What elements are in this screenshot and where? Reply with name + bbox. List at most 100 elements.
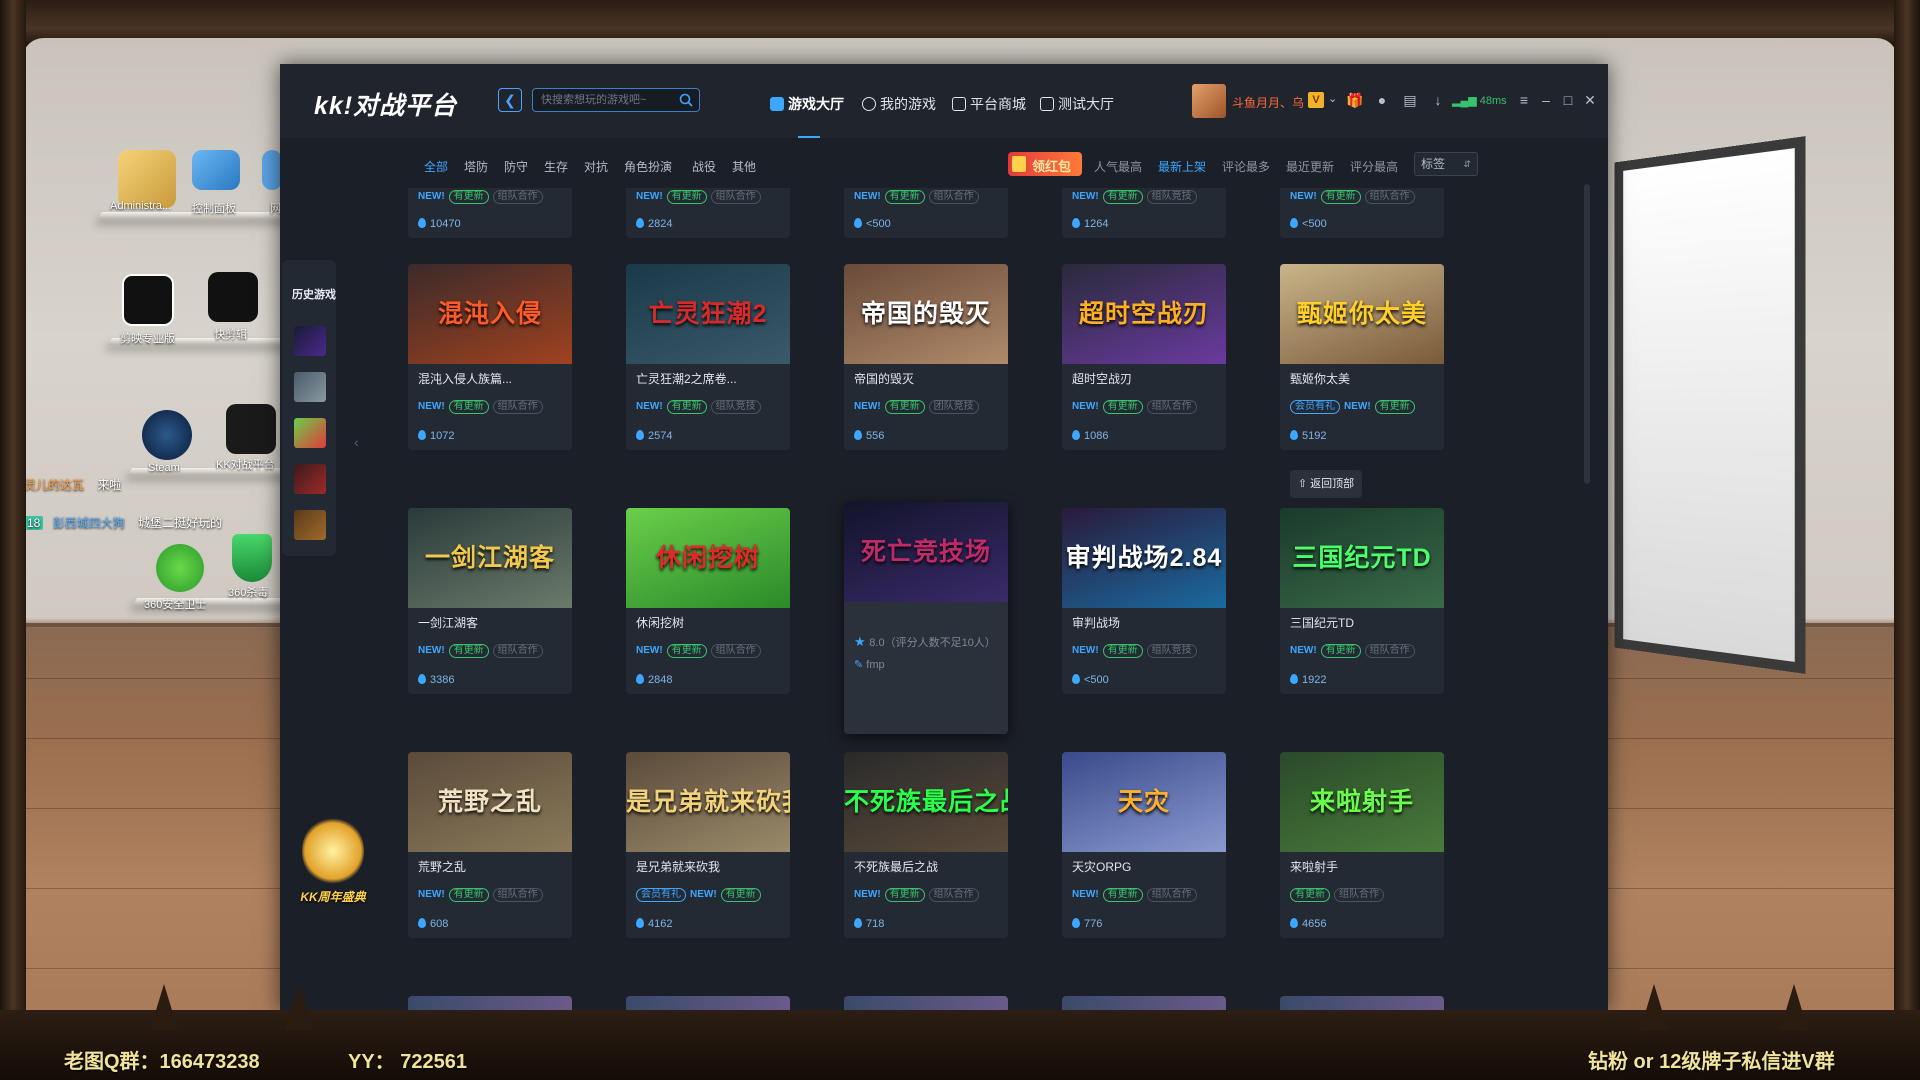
avatar[interactable] — [1192, 84, 1226, 118]
flame-icon — [418, 918, 426, 928]
heat-count: 2824 — [636, 218, 672, 230]
mode-tag: 团队竞技 — [928, 400, 979, 414]
game-cover-image[interactable]: 荒野之乱 — [408, 752, 572, 852]
sort-newest[interactable]: 最新上架 — [1158, 158, 1206, 175]
history-game-thumb[interactable] — [294, 510, 326, 540]
scrollbar[interactable] — [1584, 184, 1590, 484]
tag-select[interactable]: 标签 ⇵ — [1414, 152, 1478, 176]
game-card[interactable]: 三国纪元TD 三国纪元TD NEW! 有更新 组队合作 1922 — [1280, 508, 1444, 694]
history-game-thumb[interactable] — [294, 464, 326, 494]
game-card[interactable]: 一剑江湖客 一剑江湖客 NEW! 有更新 组队合作 3386 — [408, 508, 572, 694]
desktop-icon-label: KK对战平台 — [216, 459, 275, 471]
game-card-peek[interactable] — [844, 996, 1008, 1010]
sort-popular[interactable]: 人气最高 — [1094, 158, 1142, 175]
tab-my-games[interactable]: 我的游戏 — [862, 94, 936, 114]
tab-test-lobby[interactable]: 测试大厅 — [1040, 94, 1114, 114]
game-card-peek[interactable] — [1062, 996, 1226, 1010]
sort-recent-update[interactable]: 最近更新 — [1286, 158, 1334, 175]
category-other[interactable]: 其他 — [732, 158, 756, 175]
history-game-thumb[interactable] — [294, 326, 326, 356]
tab-game-lobby[interactable]: 游戏大厅 — [770, 94, 844, 114]
game-card[interactable]: 甄姬你太美 甄姬你太美 会员有礼 NEW! 有更新 5192 — [1280, 264, 1444, 450]
game-cover-image[interactable]: 混沌入侵 — [408, 264, 572, 364]
category-rpg[interactable]: 角色扮演 — [624, 158, 672, 175]
new-badge: NEW! — [418, 401, 445, 412]
friends-icon[interactable]: ● — [1374, 92, 1390, 108]
game-card-peek[interactable] — [1280, 996, 1444, 1010]
game-cover-image[interactable]: 帝国的毁灭 — [844, 264, 1008, 364]
game-card[interactable]: 死亡竞技场 ★ 8.0（评分人数不足10人） ✎ fmp — [844, 502, 1008, 734]
game-cover-image[interactable]: 死亡竞技场 — [844, 502, 1008, 602]
game-card-partial[interactable]: NEW! 有更新 组队合作 10470 — [408, 188, 572, 238]
red-packet-button[interactable]: 领红包 — [1008, 152, 1082, 176]
360-antivirus-icon[interactable] — [232, 534, 272, 582]
heat-value: 3386 — [430, 674, 455, 686]
game-card-partial[interactable]: NEW! 有更新 组队竞技 1264 — [1062, 188, 1226, 238]
signal-icon: ▂▄▆ — [1452, 95, 1480, 107]
search-box[interactable] — [532, 88, 700, 112]
minimize-icon[interactable]: – — [1538, 92, 1554, 108]
game-card[interactable]: 是兄弟就来砍我 是兄弟就来砍我 会员有礼 NEW! 有更新 4162 — [626, 752, 790, 938]
game-card[interactable]: 亡灵狂潮2 亡灵狂潮2之席卷... NEW! 有更新 组队竞技 2574 — [626, 264, 790, 450]
network-icon[interactable] — [262, 150, 282, 190]
game-card[interactable]: 审判战场2.84 审判战场 NEW! 有更新 组队竞技 <500 — [1062, 508, 1226, 694]
heat-count: <500 — [854, 218, 891, 230]
download-icon[interactable]: ↓ — [1430, 92, 1446, 108]
capcut-icon[interactable] — [122, 274, 174, 326]
back-to-top-button[interactable]: ⇧ 返回顶部 — [1290, 470, 1362, 498]
category-defense[interactable]: 防守 — [504, 158, 528, 175]
category-all[interactable]: 全部 — [424, 158, 448, 175]
game-card[interactable]: 超时空战刃 超时空战刃 NEW! 有更新 组队合作 1086 — [1062, 264, 1226, 450]
decorative-frame-left — [0, 0, 26, 1080]
category-tower-defense[interactable]: 塔防 — [464, 158, 488, 175]
game-cover-image[interactable]: 不死族最后之战 — [844, 752, 1008, 852]
sort-most-comments[interactable]: 评论最多 — [1222, 158, 1270, 175]
steam-icon[interactable] — [142, 410, 192, 460]
maximize-icon[interactable]: □ — [1560, 92, 1576, 108]
game-cover-image[interactable]: 三国纪元TD — [1280, 508, 1444, 608]
gift-icon[interactable]: 🎁 — [1346, 92, 1363, 108]
chevron-down-icon[interactable]: ⌄ — [1328, 92, 1337, 105]
category-survival[interactable]: 生存 — [544, 158, 568, 175]
search-input[interactable] — [541, 91, 671, 109]
game-card-partial[interactable]: NEW! 有更新 组队合作 <500 — [844, 188, 1008, 238]
kk-platform-icon[interactable] — [226, 404, 276, 454]
kuaijianji-icon[interactable] — [208, 272, 258, 322]
360-safe-icon[interactable] — [156, 544, 204, 592]
history-game-thumb[interactable] — [294, 372, 326, 402]
game-cover-image[interactable]: 审判战场2.84 — [1062, 508, 1226, 608]
game-card-partial[interactable]: NEW! 有更新 组队合作 2824 — [626, 188, 790, 238]
game-cover-image[interactable]: 来啦射手 — [1280, 752, 1444, 852]
game-card[interactable]: 不死族最后之战 不死族最后之战 NEW! 有更新 组队合作 718 — [844, 752, 1008, 938]
game-cover-image[interactable]: 甄姬你太美 — [1280, 264, 1444, 364]
game-cover-image[interactable]: 一剑江湖客 — [408, 508, 572, 608]
history-game-thumb[interactable] — [294, 418, 326, 448]
game-card-partial[interactable]: NEW! 有更新 组队合作 <500 — [1280, 188, 1444, 238]
game-card-peek[interactable] — [626, 996, 790, 1010]
game-cover-image[interactable]: 超时空战刃 — [1062, 264, 1226, 364]
game-cover-image[interactable]: 天灾 — [1062, 752, 1226, 852]
game-card[interactable]: 混沌入侵 混沌入侵人族篇... NEW! 有更新 组队合作 1072 — [408, 264, 572, 450]
sort-top-rated[interactable]: 评分最高 — [1350, 158, 1398, 175]
game-card[interactable]: 荒野之乱 荒野之乱 NEW! 有更新 组队合作 608 — [408, 752, 572, 938]
game-card-peek[interactable] — [408, 996, 572, 1010]
back-button[interactable]: ❮ — [498, 88, 522, 112]
game-card[interactable]: 来啦射手 来啦射手 有更新 组队合作 4656 — [1280, 752, 1444, 938]
control-panel-icon[interactable] — [192, 150, 240, 190]
game-cover-image[interactable]: 休闲挖树 — [626, 508, 790, 608]
game-card[interactable]: 帝国的毁灭 帝国的毁灭 NEW! 有更新 团队竞技 556 — [844, 264, 1008, 450]
tab-shop[interactable]: 平台商城 — [952, 94, 1026, 114]
game-cover-image[interactable]: 亡灵狂潮2 — [626, 264, 790, 364]
message-icon[interactable]: ▤ — [1402, 92, 1418, 108]
category-campaign[interactable]: 战役 — [692, 158, 716, 175]
search-icon[interactable] — [679, 93, 693, 107]
category-versus[interactable]: 对抗 — [584, 158, 608, 175]
game-card[interactable]: 天灾 天灾ORPG NEW! 有更新 组队合作 776 — [1062, 752, 1226, 938]
cover-title-art: 天灾 — [1117, 788, 1170, 816]
game-card[interactable]: 休闲挖树 休闲挖树 NEW! 有更新 组队合作 2848 — [626, 508, 790, 694]
kk-anniversary-banner[interactable]: KK周年盛典 — [292, 816, 374, 916]
close-icon[interactable]: ✕ — [1582, 92, 1598, 108]
collapse-sidebar-icon[interactable]: ‹ — [354, 434, 359, 450]
game-cover-image[interactable]: 是兄弟就来砍我 — [626, 752, 790, 852]
menu-icon[interactable]: ≡ — [1516, 92, 1532, 108]
